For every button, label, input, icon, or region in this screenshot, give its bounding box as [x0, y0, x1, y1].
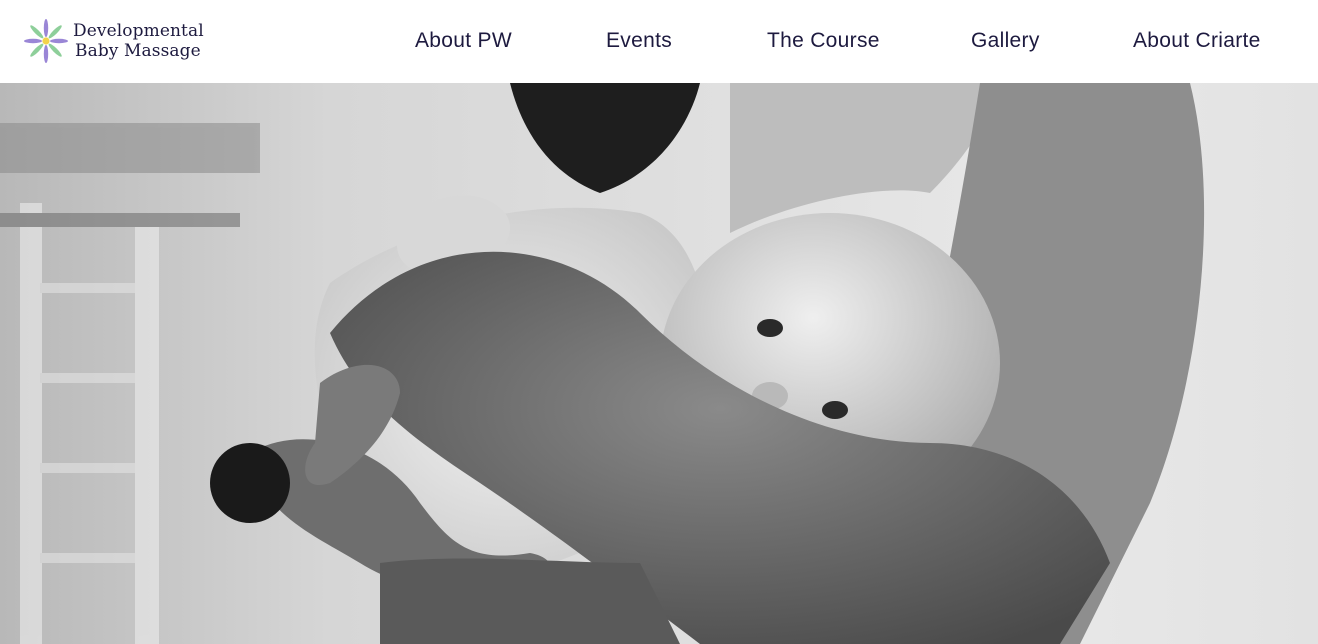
- nav-link-about-criarte[interactable]: About Criarte: [1133, 27, 1261, 55]
- nav-link-about-pw[interactable]: About PW: [415, 27, 512, 55]
- logo-line-1: Developmental: [73, 21, 204, 41]
- site-header: Developmental Baby Massage About PW Even…: [0, 0, 1318, 83]
- hero-banner: [0, 83, 1318, 644]
- logo-text: Developmental Baby Massage: [73, 21, 204, 61]
- nav-link-gallery[interactable]: Gallery: [971, 27, 1040, 55]
- site-logo[interactable]: Developmental Baby Massage: [22, 16, 242, 66]
- nav-link-the-course[interactable]: The Course: [767, 27, 880, 55]
- nav-link-events[interactable]: Events: [606, 27, 672, 55]
- flower-logo-icon: [24, 19, 68, 63]
- logo-line-2: Baby Massage: [75, 41, 201, 61]
- hero-photo: [0, 83, 1318, 644]
